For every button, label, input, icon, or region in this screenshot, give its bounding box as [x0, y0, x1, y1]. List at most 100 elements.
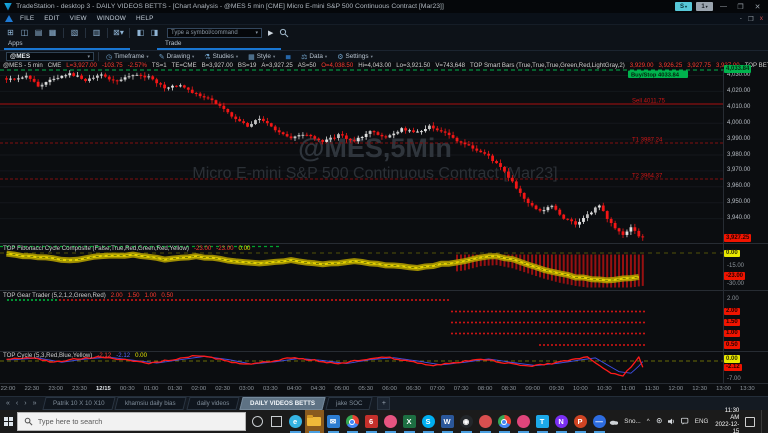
excel-icon[interactable]: X	[400, 410, 419, 433]
settings-button[interactable]: ⚙ Settings ▾	[334, 53, 376, 61]
layout-button[interactable]: ≣	[282, 53, 294, 61]
chat-icon[interactable]	[681, 417, 689, 426]
indicator-label-segment: 0.50	[161, 292, 174, 299]
symbol-selector[interactable]: @MES ▾	[6, 52, 94, 61]
group-label-trade[interactable]: Trade	[165, 40, 181, 47]
t1-label: T1 3987.24	[632, 138, 663, 144]
time-axis[interactable]: 22:00 22:30 23:00 23:30 12/15 00:30 01:00 01:30…	[0, 384, 768, 396]
print-icon[interactable]: ▥	[91, 28, 102, 37]
app-magenta-icon[interactable]	[514, 410, 533, 433]
location-icon[interactable]	[656, 417, 662, 426]
app-red-icon[interactable]: 6	[362, 410, 381, 433]
maps-icon[interactable]: ◉	[457, 410, 476, 433]
workspace-tab-jake-soc[interactable]: jake SOC	[325, 397, 374, 410]
mail-icon[interactable]: ✉	[324, 410, 343, 433]
workspace-tab-daily-videos-betts[interactable]: DAILY VIDEOS BETTS	[239, 397, 326, 410]
symbol-command-input[interactable]: Type a symbol/command ▾	[167, 27, 262, 38]
clock-time: 11:30 AM	[724, 407, 740, 421]
chevron-down-icon: ▾	[273, 53, 276, 59]
time-tick: 12/15	[96, 386, 111, 392]
price-chart[interactable]: @MES,5MinMicro E-mini S&P 500 Continuous…	[0, 69, 768, 396]
tray-chevron[interactable]: ^	[647, 418, 650, 425]
first-workspace-button[interactable]: «	[4, 400, 12, 407]
prev-workspace-button[interactable]: ‹	[14, 400, 20, 407]
price-axis[interactable]: 4,030.00 4,020.00 4,010.00 4,000.00 3,990.00…	[723, 0, 768, 396]
powerpoint-icon[interactable]: P	[571, 410, 590, 433]
symbol-value: @MES	[10, 53, 31, 60]
run-command-button[interactable]: ▶	[268, 29, 273, 37]
workspace-tab-patrik-10-x-10-x10[interactable]: Patrik 10 X 10 X10	[41, 397, 115, 410]
next-workspace-button[interactable]: ›	[22, 400, 28, 407]
group-label-apps[interactable]: Apps	[8, 40, 23, 47]
add-workspace-button[interactable]: +	[377, 397, 391, 410]
info-segment: A=3,927.25	[261, 62, 293, 69]
symbol-link-badge-1[interactable]: 1 ▾	[696, 2, 713, 11]
onedrive-status-text[interactable]: Sno...	[624, 418, 640, 425]
show-desktop-button[interactable]	[760, 410, 764, 433]
edge-icon[interactable]: e	[286, 410, 305, 433]
workspace-tab-daily-videos[interactable]: daily videos	[186, 397, 240, 410]
workspace-tab-khamsiu-daily-bias[interactable]: khamsiu daily bias	[114, 397, 187, 410]
file-explorer-icon[interactable]	[304, 410, 324, 433]
time-tick: 09:30	[549, 386, 564, 392]
chrome-icon[interactable]	[343, 410, 362, 433]
cortana-icon[interactable]	[248, 410, 267, 433]
price-badge: 0.00	[724, 355, 740, 363]
clock[interactable]: 11:30 AM 2022-12-15	[714, 408, 739, 433]
time-tick: 02:00	[191, 386, 207, 392]
restore-window-icon[interactable]: ◫	[19, 28, 30, 37]
menu-edit[interactable]: EDIT	[39, 15, 64, 22]
menu-file[interactable]: FILE	[15, 15, 39, 22]
language-indicator[interactable]: ENG	[695, 418, 709, 425]
time-tick: 22:30	[24, 386, 40, 392]
tradestation-icon[interactable]: T	[533, 410, 552, 433]
task-view-icon[interactable]	[267, 410, 286, 433]
settings-label: Settings	[345, 53, 369, 60]
time-tick: 22:00	[0, 386, 16, 392]
indicator-label-segment: -23.00	[216, 244, 234, 252]
last-workspace-button[interactable]: »	[31, 400, 39, 407]
price-badge: 0.00	[724, 249, 740, 257]
save-workspace-icon[interactable]: ▦	[47, 28, 58, 37]
chevron-down-icon: ▾	[146, 53, 149, 59]
menu-view[interactable]: VIEW	[65, 15, 92, 22]
menu-help[interactable]: HELP	[131, 15, 159, 22]
app-pink-icon[interactable]	[381, 410, 400, 433]
studies-label: Studies	[212, 53, 234, 60]
open-workspace-icon[interactable]: ▤	[33, 28, 44, 37]
workspace-tab-label: DAILY VIDEOS BETTS	[250, 400, 315, 407]
start-button[interactable]	[0, 410, 17, 433]
taskbar-search-input[interactable]: Type here to search	[16, 412, 246, 431]
data-button[interactable]: ⚖ Data ▾	[298, 53, 330, 61]
search-icon[interactable]	[279, 28, 289, 38]
symbol-link-badge-s[interactable]: S ▾	[675, 2, 692, 11]
price-badge: -23.00	[724, 272, 746, 280]
onedrive-cloud-icon[interactable]	[609, 418, 619, 426]
time-tick: 08:00	[477, 386, 493, 392]
time-tick: 02:30	[215, 386, 231, 392]
studies-button[interactable]: ⚗ Studies ▾	[201, 53, 241, 61]
time-tick: 23:30	[72, 386, 87, 392]
notification-center-icon[interactable]	[745, 416, 755, 427]
volume-icon[interactable]	[668, 417, 675, 426]
indicator-label-segment: -2.12	[116, 351, 131, 359]
new-window-icon[interactable]: ⊞	[5, 28, 16, 37]
drawing-button[interactable]: ✎ Drawing ▾	[156, 53, 198, 61]
skype-icon[interactable]: S	[419, 410, 438, 433]
price-badge: 1.50	[724, 318, 740, 326]
app-brain-icon[interactable]	[476, 410, 495, 433]
lock-icon[interactable]: ⊠▾	[113, 28, 124, 37]
chrome-2-icon[interactable]	[495, 410, 514, 433]
link-windows-icon[interactable]: ◧	[135, 28, 146, 37]
app-purple-icon[interactable]: N	[552, 410, 571, 433]
balance-icon[interactable]: ◨	[149, 28, 160, 37]
word-icon[interactable]: W	[438, 410, 457, 433]
price-badge: 4,033.84	[724, 65, 752, 73]
menu-window[interactable]: WINDOW	[92, 15, 131, 22]
style-button[interactable]: ▦ Style ▾	[245, 53, 278, 61]
cycle-panel-label: TOP Cycle (5,3,Red,Blue,Yellow) -2.12 -2.1…	[3, 352, 147, 359]
chevron-down-icon: ▾	[235, 53, 239, 59]
new-chart-icon[interactable]: ▧	[69, 28, 80, 37]
timeframe-button[interactable]: ◷ Timeframe ▾	[103, 53, 152, 61]
app-blue-icon[interactable]: —	[590, 410, 609, 433]
